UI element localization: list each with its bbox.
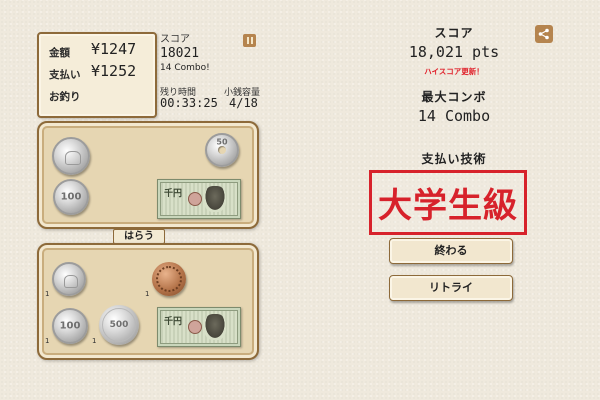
ten-yen-coin[interactable]: [152, 262, 186, 296]
paid-value: ¥1252: [91, 62, 137, 80]
total-label: 金額: [49, 47, 70, 59]
pause-icon: [246, 37, 253, 44]
score-label: スコア: [160, 34, 190, 45]
payment-tray[interactable]: 50 100 千円: [37, 121, 259, 229]
pause-button[interactable]: [243, 34, 256, 47]
retry-button[interactable]: リトライ: [389, 275, 513, 301]
paid-label: 支払い: [49, 69, 81, 81]
change-label: お釣り: [49, 91, 81, 103]
highscore-badge: ハイスコア更新！: [424, 67, 484, 76]
end-button[interactable]: 終わる: [389, 238, 513, 264]
time-value: 00:33:25: [160, 96, 218, 110]
payment-info-panel: 金額 ¥1247 支払い ¥1252 お釣り: [37, 32, 157, 118]
five-hundred-yen-coin[interactable]: 500: [99, 305, 139, 345]
coin-label: 500: [109, 320, 129, 330]
current-score-box: スコア 18021 14 Combo!: [160, 30, 250, 73]
share-button[interactable]: [535, 25, 553, 43]
total-value: ¥1247: [91, 40, 137, 58]
one-yen-coin[interactable]: [52, 137, 90, 175]
coin-label: 100: [60, 191, 82, 203]
coin-label: 100: [59, 320, 81, 332]
combo-text: 14 Combo!: [160, 63, 210, 73]
score-value: 18021: [160, 46, 200, 61]
max-combo-value: 14 Combo: [417, 107, 491, 125]
wallet-tray[interactable]: 1 1 100 1 500 1 千円: [37, 243, 259, 360]
hundred-yen-coin[interactable]: 100: [53, 179, 89, 215]
capacity-value: 4/18: [229, 96, 258, 110]
coin-count: 1: [145, 290, 150, 298]
coin-label: 50: [216, 137, 228, 147]
thousand-yen-bill[interactable]: 千円: [157, 179, 241, 219]
bill-denomination: 千円: [164, 317, 183, 327]
thousand-yen-bill[interactable]: 千円: [157, 307, 241, 347]
portrait-icon: [204, 314, 226, 340]
skill-rank-stamp: 大学生級: [369, 170, 527, 235]
skill-label: 支払い技術: [421, 152, 487, 166]
portrait-icon: [204, 186, 226, 212]
bill-denomination: 千円: [164, 189, 183, 199]
hundred-yen-coin[interactable]: 100: [52, 308, 88, 344]
max-combo-label: 最大コンボ: [421, 90, 487, 104]
result-score-value: 18,021 pts: [408, 43, 500, 61]
one-yen-coin[interactable]: [52, 262, 86, 296]
fifty-yen-coin[interactable]: 50: [205, 133, 239, 167]
result-score-label: スコア: [434, 26, 474, 40]
coin-count: 1: [45, 290, 50, 298]
pay-button[interactable]: はらう: [113, 229, 165, 244]
coin-count: 1: [45, 337, 50, 345]
coin-count: 1: [92, 337, 97, 345]
share-icon: [538, 28, 549, 40]
